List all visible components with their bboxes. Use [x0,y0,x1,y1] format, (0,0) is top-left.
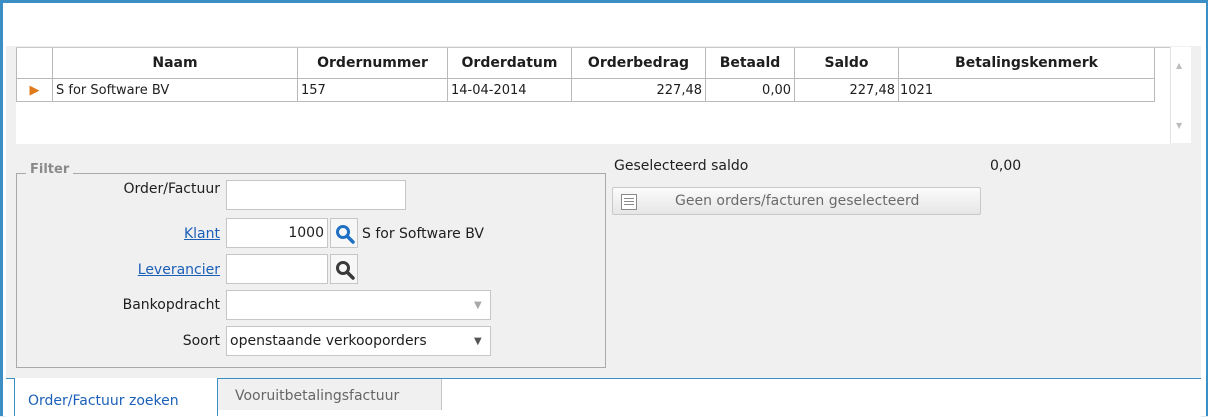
selected-saldo-label: Geselecteerd saldo [614,158,749,174]
leverancier-link[interactable]: Leverancier [100,262,220,278]
search-icon [336,261,355,280]
klant-name: S for Software BV [362,226,484,242]
list-icon [621,194,637,210]
selected-orders-button-label: Geen orders/facturen geselecteerd [675,193,920,209]
order-factuur-input[interactable] [226,180,406,210]
order-factuur-label: Order/Factuur [123,181,220,197]
col-header-orderdatum[interactable]: Orderdatum [447,48,572,79]
col-header-ordernummer[interactable]: Ordernummer [297,48,448,79]
results-table: Naam Ordernummer Orderdatum Orderbedrag … [16,48,1155,102]
bankopdracht-label: Bankopdracht [122,297,220,313]
soort-select[interactable]: openstaande verkooporders [226,326,491,356]
search-icon [336,225,355,244]
klant-search-button[interactable] [330,218,358,248]
selected-saldo-value: 0,00 [990,158,1022,174]
tab-label: Order/Factuur zoeken [28,393,179,409]
chevron-down-icon[interactable]: ▼ [474,336,482,347]
leverancier-search-button[interactable] [330,254,358,284]
grid-scrollbar[interactable]: ▲ ▼ [1170,47,1191,143]
soort-label: Soort [182,333,220,349]
cell-betalingskenmerk[interactable]: 1021 [898,78,1155,102]
chevron-down-icon[interactable]: ▼ [474,300,482,311]
selected-orders-button[interactable]: Geen orders/facturen geselecteerd [612,187,981,215]
cell-orderdatum[interactable]: 14-04-2014 [447,78,572,102]
top-strip [6,8,1201,46]
klant-link[interactable]: Klant [100,226,220,242]
scroll-up-icon[interactable]: ▲ [1176,61,1182,70]
klant-input[interactable]: 1000 [226,218,328,248]
bankopdracht-select[interactable] [226,290,491,320]
scroll-down-icon[interactable]: ▼ [1176,121,1182,130]
col-header-betaald[interactable]: Betaald [705,48,795,79]
cell-orderbedrag[interactable]: 227,48 [571,78,706,102]
col-header-naam[interactable]: Naam [52,48,298,79]
tab-label: Vooruitbetalingsfactuur [235,388,400,404]
cell-betaald[interactable]: 0,00 [705,78,795,102]
leverancier-input[interactable] [226,254,328,284]
col-header-betalingskenmerk[interactable]: Betalingskenmerk [898,48,1155,79]
header-row: Naam Ordernummer Orderdatum Orderbedrag … [16,48,1155,79]
results-grid[interactable]: Naam Ordernummer Orderdatum Orderbedrag … [16,47,1170,144]
cell-naam[interactable]: S for Software BV [52,78,298,102]
col-header-orderbedrag[interactable]: Orderbedrag [571,48,706,79]
filter-legend: Filter [26,162,74,177]
cell-ordernummer[interactable]: 157 [297,78,448,102]
tab-order-factuur-zoeken[interactable]: Order/Factuur zoeken [14,378,218,416]
tab-vooruitbetalingsfactuur[interactable]: Vooruitbetalingsfactuur [218,379,442,410]
current-row-arrow-icon: ▶ [16,78,53,102]
table-row[interactable]: ▶ S for Software BV 157 14-04-2014 227,4… [16,78,1155,102]
row-indicator-header [16,48,53,79]
col-header-saldo[interactable]: Saldo [794,48,899,79]
cell-saldo[interactable]: 227,48 [794,78,899,102]
